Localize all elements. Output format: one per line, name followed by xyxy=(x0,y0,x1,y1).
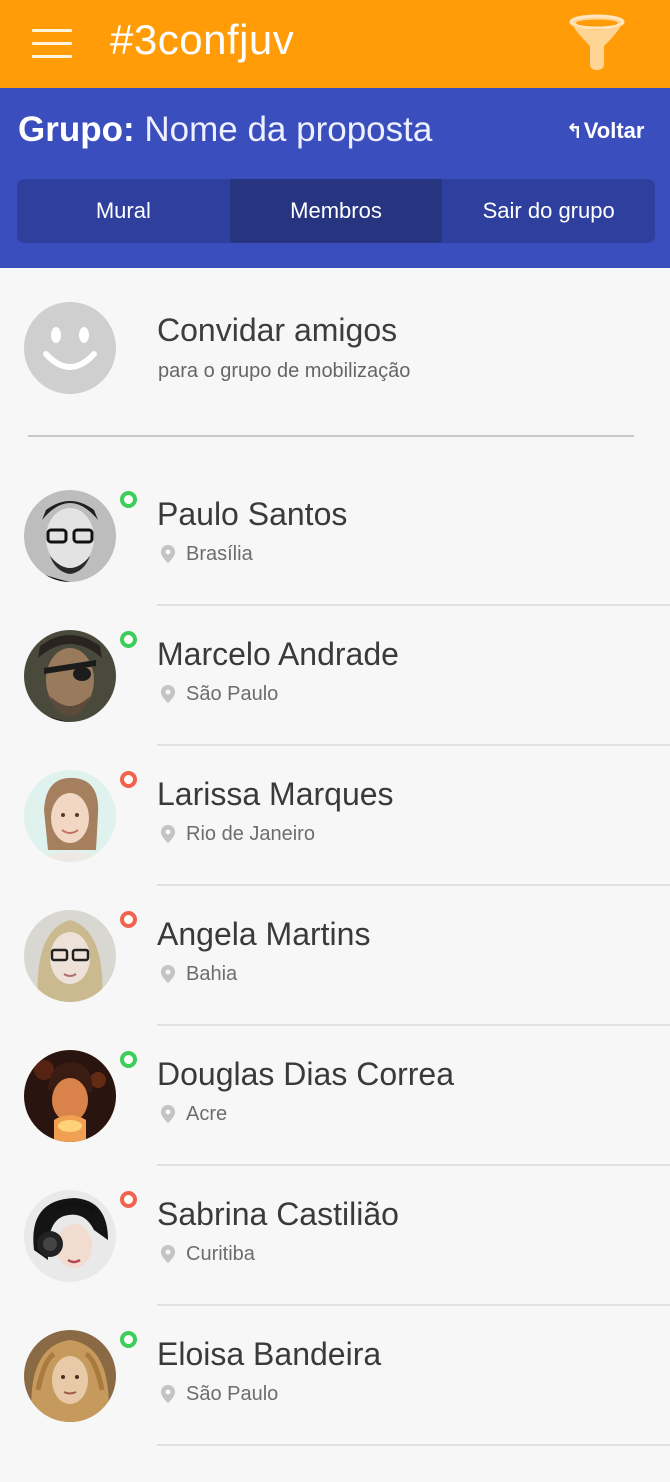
back-label: Voltar xyxy=(583,118,645,143)
location-pin-icon xyxy=(161,1385,175,1403)
member-list-item[interactable]: Sabrina Castilião Curitiba xyxy=(0,1166,670,1306)
avatar xyxy=(24,1050,116,1142)
member-location: Acre xyxy=(186,1103,228,1125)
members-list: Paulo Santos Brasília Marcelo Andrade Sã… xyxy=(0,466,670,1446)
member-name: Paulo Santos xyxy=(157,496,348,532)
group-label: Grupo: xyxy=(18,110,135,149)
group-tabs: Mural Membros Sair do grupo xyxy=(17,179,655,243)
location-pin-icon xyxy=(161,545,175,563)
invite-friends-button[interactable]: Convidar amigos para o grupo de mobiliza… xyxy=(0,268,670,436)
member-name: Douglas Dias Correa xyxy=(157,1056,455,1092)
member-list-item[interactable]: Paulo Santos Brasília xyxy=(0,466,670,606)
app-title: #3confjuv xyxy=(110,16,295,63)
avatar xyxy=(24,1330,116,1422)
member-name: Sabrina Castilião xyxy=(157,1196,399,1232)
tab-mural[interactable]: Mural xyxy=(17,179,230,243)
reply-arrow-icon: ↰ xyxy=(566,121,583,143)
member-location: São Paulo xyxy=(186,1383,279,1405)
avatar xyxy=(24,770,116,862)
avatar xyxy=(24,910,116,1002)
avatar xyxy=(24,1190,116,1282)
member-list-item[interactable]: Larissa Marques Rio de Janeiro xyxy=(0,746,670,886)
member-location: Bahia xyxy=(186,963,238,985)
member-location: Brasília xyxy=(186,543,253,565)
tab-membros[interactable]: Membros xyxy=(229,179,443,243)
member-location: Curitiba xyxy=(186,1243,255,1265)
location-pin-icon xyxy=(161,825,175,843)
back-button[interactable]: ↰Voltar xyxy=(566,118,644,144)
tab-sair-do-grupo[interactable]: Sair do grupo xyxy=(442,179,655,243)
online-status-indicator xyxy=(120,1051,137,1068)
online-status-indicator xyxy=(120,491,137,508)
funnel-filter-icon[interactable] xyxy=(566,12,628,74)
location-pin-icon xyxy=(161,965,175,983)
hamburger-menu-icon[interactable] xyxy=(32,29,72,59)
away-status-indicator xyxy=(120,771,137,788)
location-pin-icon xyxy=(161,685,175,703)
group-name: Nome da proposta xyxy=(144,110,433,149)
member-name: Marcelo Andrade xyxy=(157,636,399,672)
location-pin-icon xyxy=(161,1105,175,1123)
online-status-indicator xyxy=(120,1331,137,1348)
app-top-bar: #3confjuv xyxy=(0,0,670,88)
member-name: Angela Martins xyxy=(157,916,371,952)
member-location: São Paulo xyxy=(186,683,279,705)
group-title: Grupo: Nome da proposta xyxy=(18,110,432,150)
member-name: Larissa Marques xyxy=(157,776,394,812)
location-pin-icon xyxy=(161,1245,175,1263)
member-list-item[interactable]: Marcelo Andrade São Paulo xyxy=(0,606,670,746)
online-status-indicator xyxy=(120,631,137,648)
avatar xyxy=(24,630,116,722)
member-location: Rio de Janeiro xyxy=(186,823,315,845)
member-name: Eloisa Bandeira xyxy=(157,1336,382,1372)
member-list-item[interactable]: Angela Martins Bahia xyxy=(0,886,670,1026)
invite-title: Convidar amigos xyxy=(157,312,398,348)
section-divider xyxy=(28,435,634,437)
row-divider xyxy=(157,1444,670,1446)
smiley-face-icon xyxy=(24,302,116,394)
member-list-item[interactable]: Douglas Dias Correa Acre xyxy=(0,1026,670,1166)
member-list-item[interactable]: Eloisa Bandeira São Paulo xyxy=(0,1306,670,1446)
group-header: Grupo: Nome da proposta ↰Voltar Mural Me… xyxy=(0,88,670,268)
invite-subtitle: para o grupo de mobilização xyxy=(158,360,411,382)
away-status-indicator xyxy=(120,1191,137,1208)
away-status-indicator xyxy=(120,911,137,928)
avatar xyxy=(24,490,116,582)
